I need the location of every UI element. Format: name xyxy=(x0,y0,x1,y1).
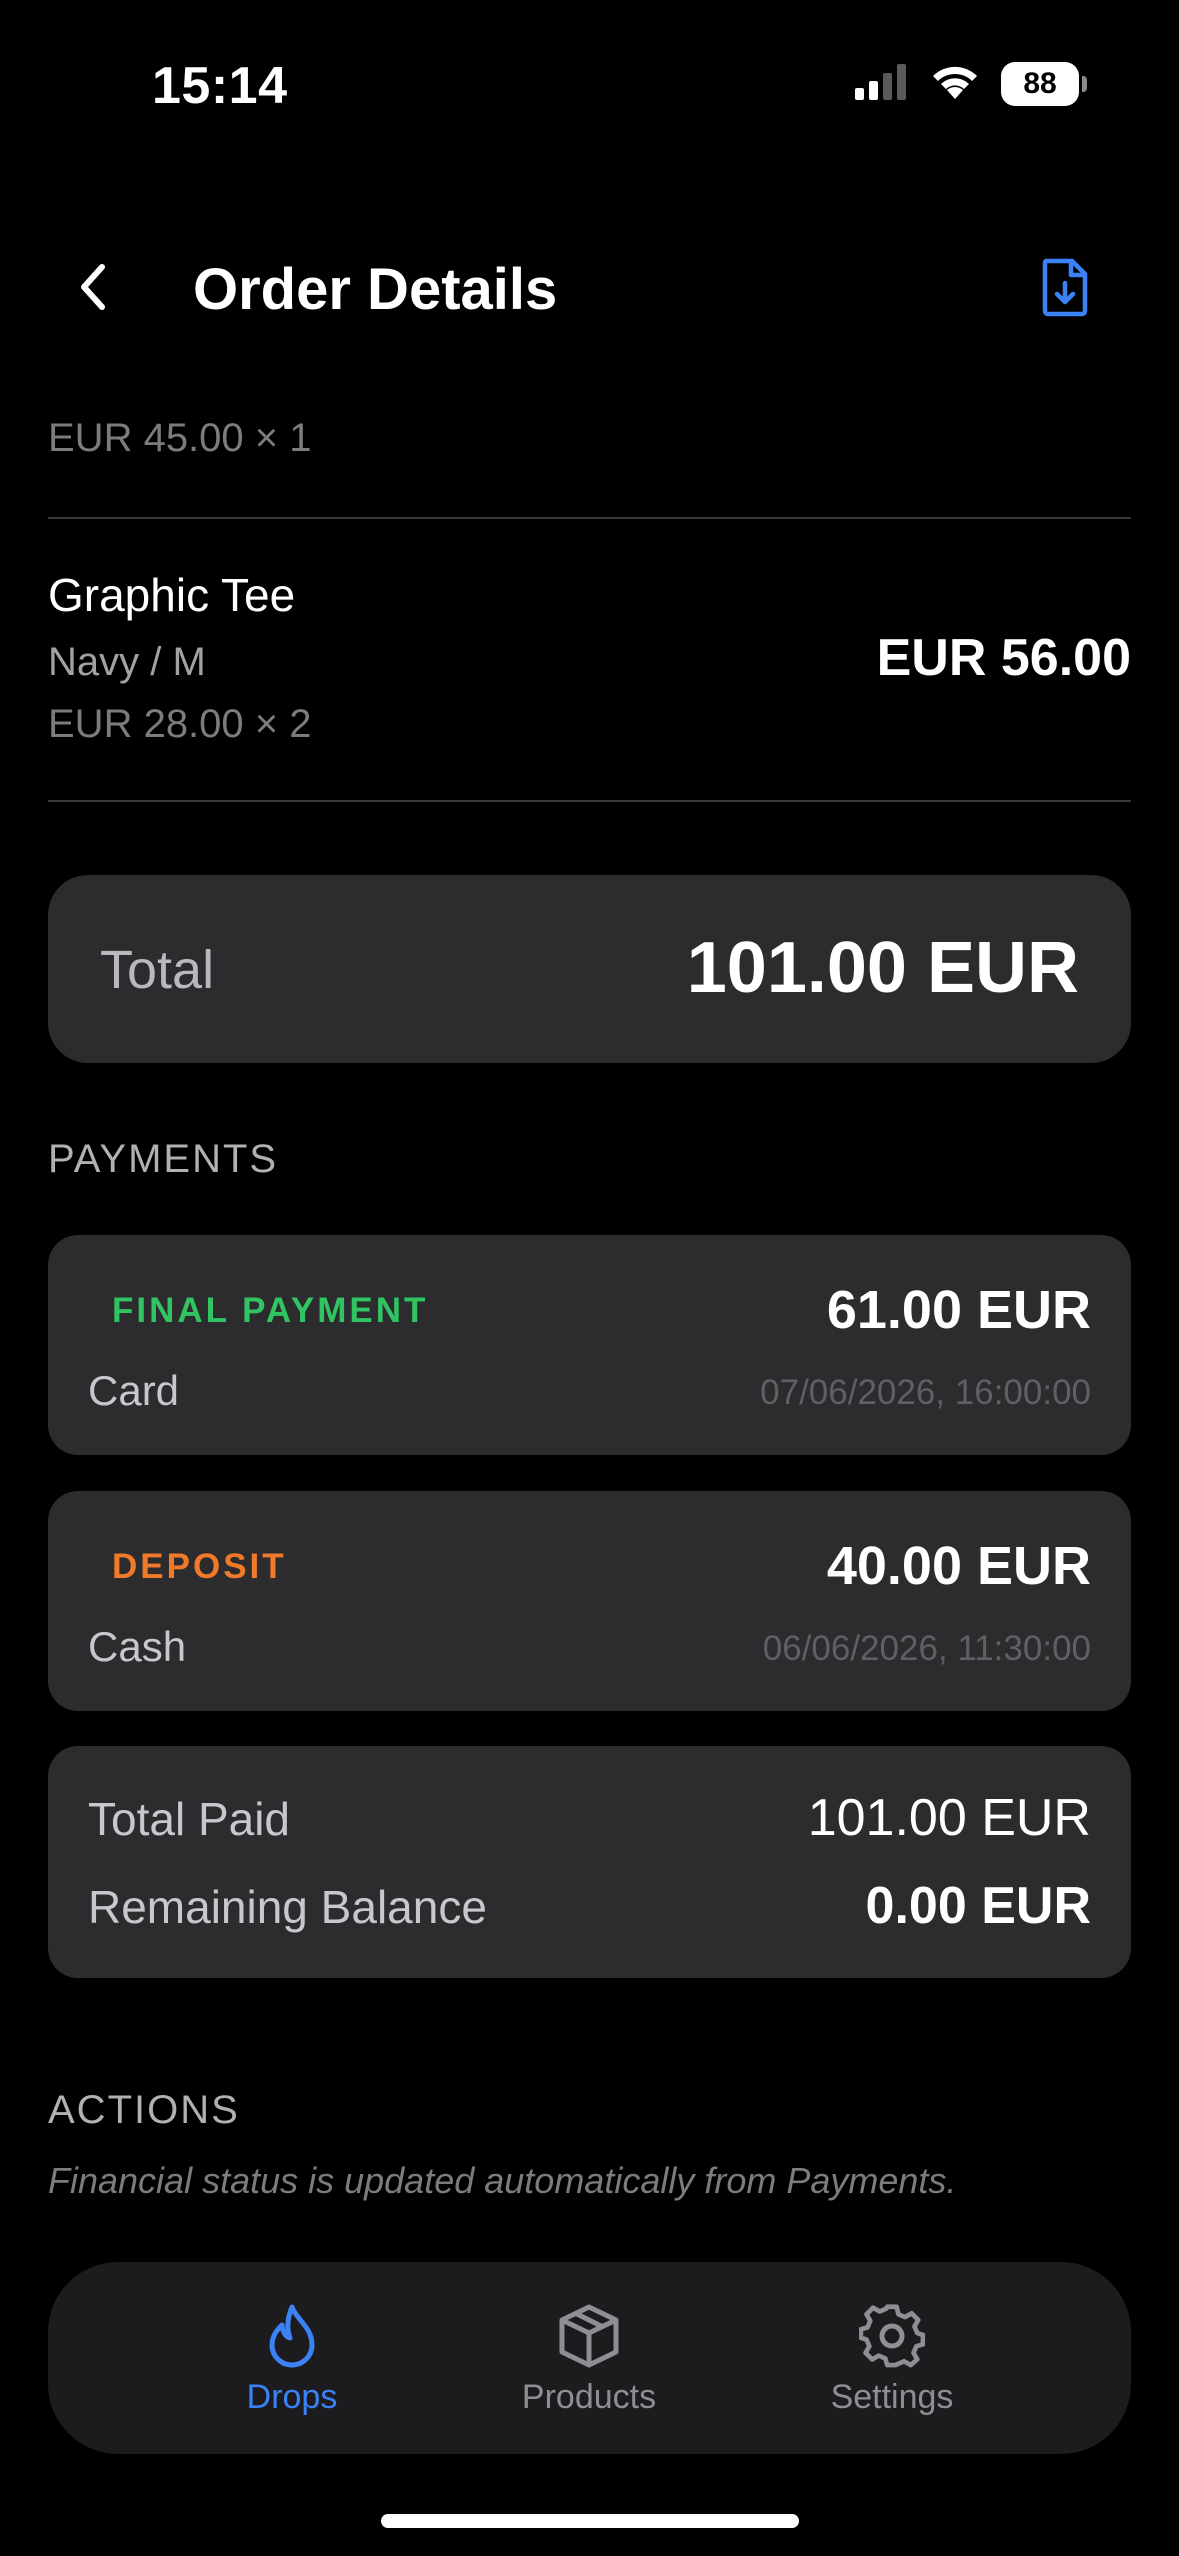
payment-date: 06/06/2026, 11:30:00 xyxy=(762,1629,1091,1668)
status-icons: 88 xyxy=(855,62,1087,106)
tab-label: Drops xyxy=(246,2378,338,2416)
payment-date: 07/06/2026, 16:00:00 xyxy=(760,1373,1091,1412)
total-value: 101.00 EUR xyxy=(686,928,1079,1008)
cellular-signal-icon xyxy=(855,63,909,105)
actions-note: Financial status is updated automaticall… xyxy=(48,2160,957,2201)
payment-method: Cash xyxy=(88,1623,187,1670)
status-time: 15:14 xyxy=(152,57,288,115)
payments-section-header: PAYMENTS xyxy=(48,1137,279,1181)
item-price-line: EUR 28.00 × 2 xyxy=(48,702,312,746)
divider xyxy=(48,517,1131,519)
tab-drops[interactable]: Drops xyxy=(162,2262,422,2454)
export-pdf-button[interactable] xyxy=(1030,252,1100,322)
battery-level: 88 xyxy=(1023,67,1057,100)
payment-amount: 40.00 EUR xyxy=(826,1536,1091,1596)
tab-bar: Drops Products Settings xyxy=(48,2262,1131,2454)
status-bar: 15:14 88 xyxy=(0,0,1179,150)
payment-method: Card xyxy=(88,1367,180,1414)
wifi-icon xyxy=(929,63,981,106)
page-title: Order Details xyxy=(193,257,558,322)
total-paid-label: Total Paid xyxy=(88,1793,291,1845)
back-button[interactable] xyxy=(58,252,128,322)
payment-amount: 61.00 EUR xyxy=(826,1280,1091,1340)
payment-card-final[interactable]: FINAL PAYMENT 61.00 EUR Card 07/06/2026,… xyxy=(48,1235,1131,1455)
item-variant: Navy / M xyxy=(48,640,206,684)
home-indicator xyxy=(381,2514,799,2528)
gear-icon xyxy=(856,2300,928,2372)
tab-settings[interactable]: Settings xyxy=(762,2262,1022,2454)
actions-section-header: ACTIONS xyxy=(48,2088,240,2132)
payment-summary-card: Total Paid 101.00 EUR Remaining Balance … xyxy=(48,1746,1131,1978)
payment-card-deposit[interactable]: DEPOSIT 40.00 EUR Cash 06/06/2026, 11:30… xyxy=(48,1491,1131,1711)
tab-products[interactable]: Products xyxy=(459,2262,719,2454)
document-download-icon xyxy=(1042,258,1088,317)
item-line-total: EUR 56.00 xyxy=(876,629,1131,687)
remaining-balance-value: 0.00 EUR xyxy=(865,1877,1091,1935)
total-paid-value: 101.00 EUR xyxy=(807,1789,1091,1847)
box-icon xyxy=(553,2300,625,2372)
chevron-left-icon xyxy=(81,264,105,310)
item-name: Graphic Tee xyxy=(48,569,296,621)
flame-icon xyxy=(256,2300,328,2372)
navigation-bar: Order Details xyxy=(0,230,1179,350)
remaining-balance-label: Remaining Balance xyxy=(88,1881,487,1933)
payment-type-badge: FINAL PAYMENT xyxy=(112,1291,429,1330)
previous-item-price-line: EUR 45.00 × 1 xyxy=(48,416,312,460)
divider xyxy=(48,800,1131,802)
order-details-screen: 15:14 88 Order Details EUR 45.00 × 1 Gra… xyxy=(0,0,1179,2556)
tab-label: Products xyxy=(521,2378,657,2416)
battery-indicator: 88 xyxy=(1001,62,1087,106)
payment-type-badge: DEPOSIT xyxy=(112,1547,287,1586)
order-total-card: Total 101.00 EUR xyxy=(48,875,1131,1063)
tab-label: Settings xyxy=(830,2378,954,2416)
total-label: Total xyxy=(100,940,215,1000)
